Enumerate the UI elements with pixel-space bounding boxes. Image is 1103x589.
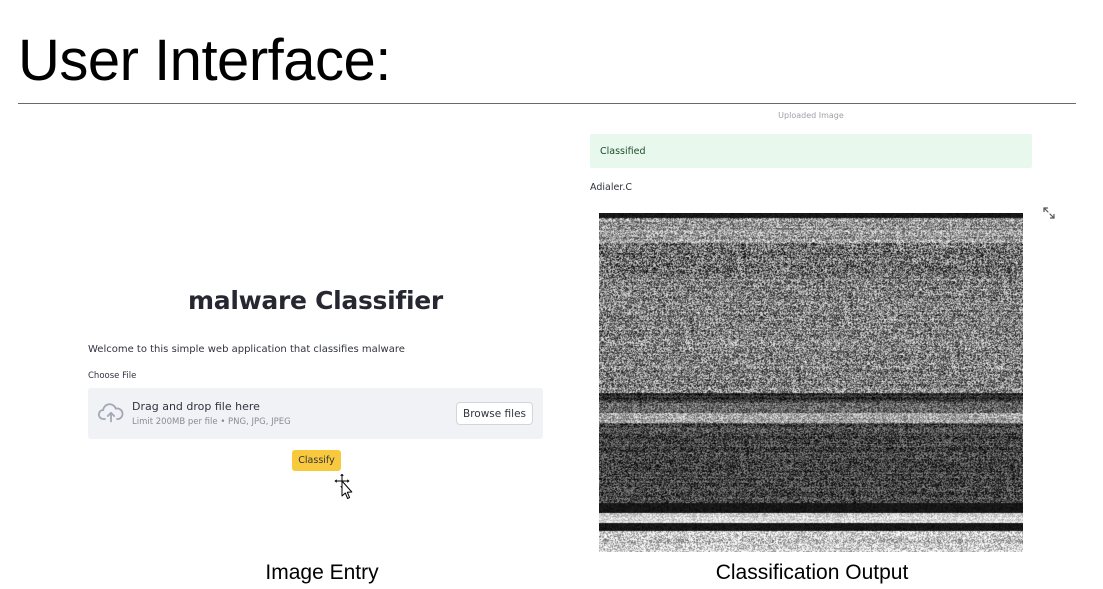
slide-title: User Interface: [18, 28, 391, 93]
cloud-upload-icon [98, 403, 124, 423]
file-dropzone[interactable]: Drag and drop file here Limit 200MB per … [88, 388, 543, 439]
classified-success-alert: Classified [590, 134, 1032, 168]
classified-status-text: Classified [600, 146, 646, 157]
expand-icon[interactable] [1043, 207, 1055, 219]
image-entry-caption: Image Entry [265, 561, 379, 584]
welcome-text: Welcome to this simple web application t… [88, 344, 405, 355]
move-cursor-icon [333, 472, 353, 499]
classification-output-caption: Classification Output [715, 561, 909, 584]
title-divider [18, 103, 1076, 104]
file-input-label: Choose File [88, 371, 137, 381]
dropzone-title: Drag and drop file here [132, 400, 260, 413]
app-title: malware Classifier [188, 286, 443, 315]
dropzone-limits: Limit 200MB per file • PNG, JPG, JPEG [132, 417, 291, 427]
uploaded-malware-image [599, 213, 1023, 552]
uploaded-image-caption: Uploaded Image [778, 111, 844, 120]
browse-files-button[interactable]: Browse files [456, 402, 533, 425]
classify-button[interactable]: Classify [292, 450, 341, 471]
malware-family-label: Adialer.C [590, 182, 632, 193]
